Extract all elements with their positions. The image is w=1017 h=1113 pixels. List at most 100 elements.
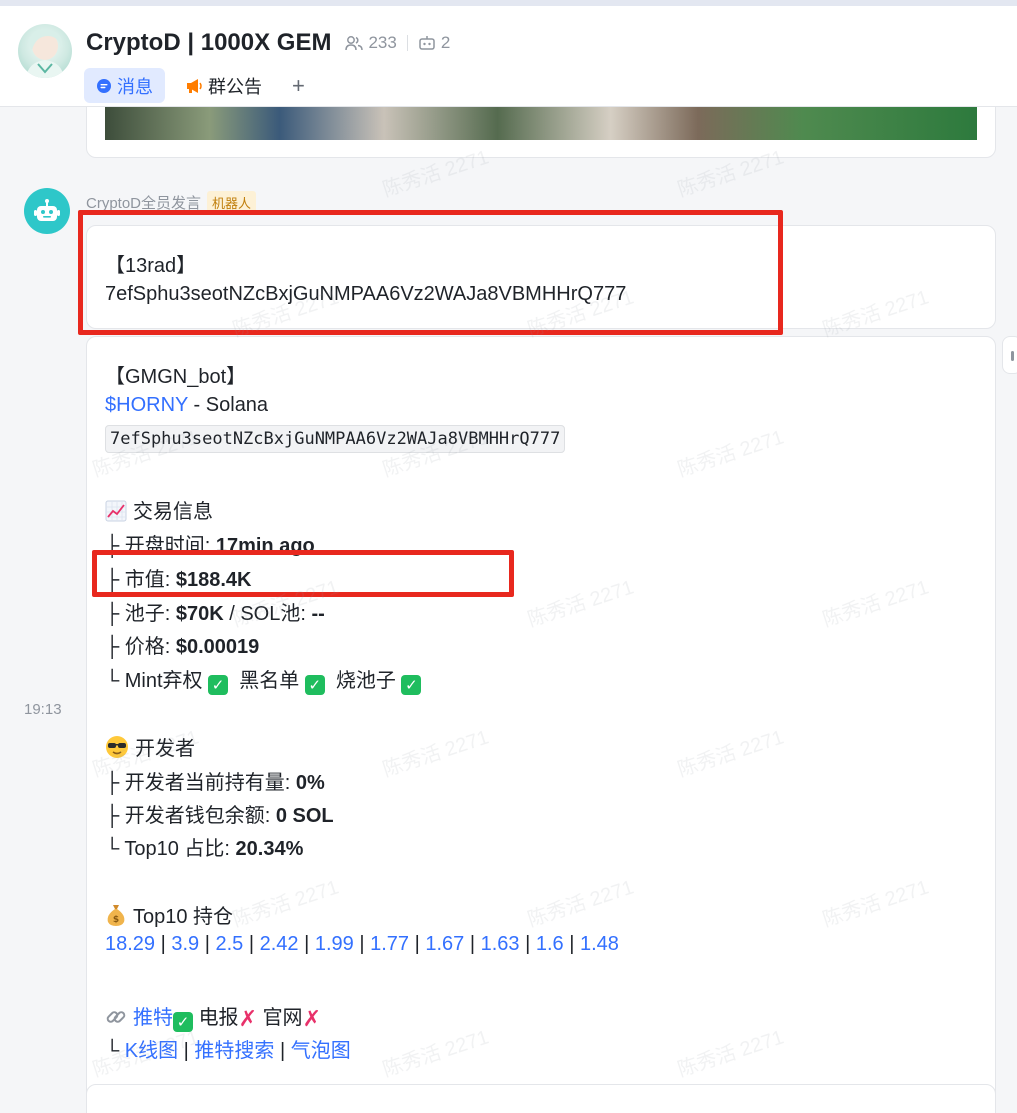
check-mark-icon: ✓ <box>401 675 422 695</box>
dev-wallet-label: ├ 开发者钱包余额: <box>105 805 276 827</box>
message-timestamp: 19:13 <box>24 701 62 718</box>
tab-announcements-label: 群公告 <box>208 76 262 97</box>
chain-name: Solana <box>205 394 269 416</box>
side-panel-handle[interactable] <box>1002 336 1017 374</box>
twitter-search-link[interactable]: 推特搜索 <box>194 1040 274 1062</box>
dev-wallet-value: 0 SOL <box>275 805 334 827</box>
price-value: $0.00019 <box>175 636 260 658</box>
tools-separator: | <box>178 1040 195 1062</box>
check-mark-icon: ✓ <box>173 1012 193 1032</box>
chat-bubble-icon <box>96 78 112 94</box>
check-burn-label: 烧池子 <box>335 670 396 692</box>
tab-announcements[interactable]: 群公告 <box>173 68 274 103</box>
contract-address-code[interactable]: 7efSphu3seotNZcBxjGuNMPAA6Vz2WAJa8VBMHHr… <box>105 425 566 453</box>
ticker-link[interactable]: $HORNY <box>105 394 188 416</box>
price-label: ├ 价格: <box>105 636 176 658</box>
check-mark-icon: ✓ <box>208 675 229 695</box>
money-bag-icon: $ <box>105 903 127 927</box>
pool-value: $70K <box>175 603 224 625</box>
dev-wallet-line: ├ 开发者钱包余额: 0 SOL <box>105 799 334 828</box>
chat-tabs: 消息 群公告 + <box>84 68 305 103</box>
member-count[interactable]: 233 <box>368 33 396 53</box>
group-title: CryptoD | 1000X GEM <box>86 29 332 56</box>
top10-share-label: └ Top10 占比: <box>105 838 236 860</box>
holder-separator: | <box>563 933 580 955</box>
holder-link[interactable]: 2.5 <box>216 933 244 955</box>
top10-heading: $ Top10 持仓 <box>105 900 233 929</box>
holder-separator: | <box>155 933 172 955</box>
add-tab-button[interactable]: + <box>292 73 305 99</box>
holder-link[interactable]: 1.77 <box>370 933 409 955</box>
holder-separator: | <box>243 933 260 955</box>
holder-separator: | <box>353 933 371 955</box>
image-preview[interactable] <box>105 107 977 140</box>
previous-image-message[interactable] <box>86 107 996 158</box>
svg-text:$: $ <box>113 915 119 925</box>
trade-heading: 交易信息 <box>105 495 213 524</box>
tools-line: └ K线图 | 推特搜索 | 气泡图 <box>105 1034 351 1063</box>
holder-link[interactable]: 2.42 <box>260 933 299 955</box>
tools-prefix: └ <box>105 1040 125 1062</box>
pool-label: ├ 池子: <box>105 603 176 625</box>
holder-separator: | <box>464 933 481 955</box>
kline-link[interactable]: K线图 <box>125 1040 178 1062</box>
bubble-map-link[interactable]: 气泡图 <box>291 1040 351 1062</box>
members-icon <box>345 36 364 51</box>
price-line: ├ 价格: $0.00019 <box>105 630 259 659</box>
sol-pool-label: / SOL池: <box>223 603 312 625</box>
holder-link[interactable]: 1.99 <box>315 933 354 955</box>
chat-header: CryptoD | 1000X GEM 233 2 消息 群公告 + <box>0 6 1017 107</box>
holder-link[interactable]: 1.67 <box>425 933 464 955</box>
dev-hold-value: 0% <box>295 772 325 794</box>
check-blacklist-label: 黑名单 <box>239 670 300 692</box>
message-card-gmgn[interactable]: 【GMGN_bot】 $HORNY - Solana 7efSphu3seotN… <box>86 336 996 1113</box>
holder-separator: | <box>199 933 216 955</box>
holder-link[interactable]: 3.9 <box>171 933 199 955</box>
group-meta: 233 2 <box>345 33 450 53</box>
bot-count[interactable]: 2 <box>441 33 450 53</box>
website-label: 官网 <box>262 1007 303 1029</box>
highlight-box-market-cap <box>92 550 514 597</box>
token-line: $HORNY - Solana <box>105 394 268 417</box>
socials-line: 推特 ✓ 电报✗ 官网✗ <box>105 1001 321 1032</box>
dev-heading: 开发者 <box>105 732 195 761</box>
next-message-card[interactable] <box>86 1084 996 1113</box>
cross-mark-icon: ✗ <box>238 1006 257 1031</box>
holder-separator: | <box>519 933 536 955</box>
group-avatar[interactable] <box>18 24 72 78</box>
highlight-box-address <box>78 210 783 335</box>
bot-avatar[interactable] <box>24 188 70 234</box>
pool-line: ├ 池子: $70K / SOL池: -- <box>105 597 325 626</box>
holder-link[interactable]: 1.63 <box>481 933 520 955</box>
holder-link[interactable]: 1.6 <box>536 933 564 955</box>
tools-separator: | <box>274 1040 291 1062</box>
checks-prefix: └ <box>105 670 125 692</box>
twitter-link[interactable]: 推特 <box>133 1007 173 1029</box>
sol-pool-value: -- <box>311 603 325 625</box>
holder-link[interactable]: 1.48 <box>580 933 619 955</box>
checks-line: └ Mint弃权 ✓ 黑名单 ✓ 烧池子 ✓ <box>105 664 422 695</box>
holder-link[interactable]: 18.29 <box>105 933 155 955</box>
dev-hold-label: ├ 开发者当前持有量: <box>105 772 296 794</box>
holder-separator: | <box>298 933 315 955</box>
link-icon <box>105 1006 127 1028</box>
top10-share-line: └ Top10 占比: 20.34% <box>105 832 303 861</box>
dev-heading-text: 开发者 <box>135 738 195 760</box>
gmgn-bot-title: 【GMGN_bot】 <box>105 366 247 388</box>
message-list[interactable]: CryptoD全员发言 机器人 【13rad】 7efSphu3seotNZcB… <box>0 107 1017 1113</box>
telegram-label: 电报 <box>198 1007 239 1029</box>
check-mint-label: Mint弃权 <box>124 670 203 692</box>
tab-messages[interactable]: 消息 <box>84 68 165 103</box>
trade-heading-text: 交易信息 <box>133 501 213 523</box>
robot-icon <box>34 199 60 221</box>
chain-separator: - <box>188 394 206 416</box>
top10-holders-line: 18.29 | 3.9 | 2.5 | 2.42 | 1.99 | 1.77 |… <box>105 933 619 956</box>
tab-messages-label: 消息 <box>117 76 153 97</box>
holder-separator: | <box>409 933 426 955</box>
dev-hold-line: ├ 开发者当前持有量: 0% <box>105 766 325 795</box>
megaphone-icon <box>185 78 203 94</box>
bot-count-icon <box>419 36 435 50</box>
cross-mark-icon: ✗ <box>302 1006 321 1031</box>
chart-increasing-icon <box>105 500 127 522</box>
top10-heading-text: Top10 持仓 <box>133 906 234 928</box>
